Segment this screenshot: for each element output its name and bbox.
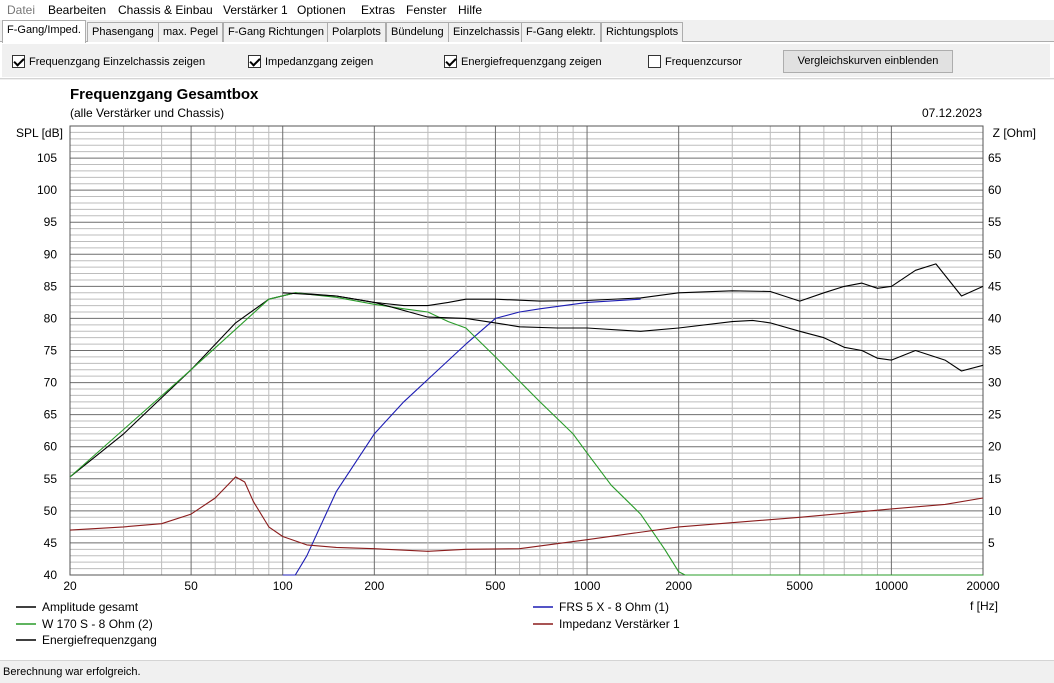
menu-optionen[interactable]: Optionen [297,3,346,17]
chart-subtitle: (alle Verstärker und Chassis) [70,106,224,120]
x-tick-label: 20000 [966,579,1000,593]
checkbox-impedanzgang-box[interactable] [248,55,261,68]
checkbox-energiefrequenzgang[interactable]: Energiefrequenzgang zeigen [444,55,602,68]
checkbox-frequenzcursor-label: Frequenzcursor [665,55,743,68]
chart-curves [69,263,984,576]
y-left-tick-label: 90 [44,247,58,261]
tab-f-gang-richtungen[interactable]: F-Gang Richtungen [223,22,329,42]
y-right-tick-label: 10 [988,504,1002,518]
checkbox-energiefrequenzgang-label: Energiefrequenzgang zeigen [461,55,602,68]
y-left-tick-label: 50 [44,504,58,518]
series-line-0 [69,263,984,478]
menu-hilfe[interactable]: Hilfe [458,3,482,17]
y-right-tick-label: 30 [988,376,1002,390]
y-right-tick-label: 45 [988,279,1002,293]
y-left-tick-label: 45 [44,536,58,550]
y-axis-label-right: Z [Ohm] [993,126,1036,140]
tab-polarplots[interactable]: Polarplots [327,22,386,42]
x-tick-label: 1000 [574,579,601,593]
y-right-tick-label: 55 [988,215,1002,229]
legend-label: W 170 S - 8 Ohm (2) [42,617,153,631]
x-tick-label: 10000 [875,579,909,593]
checkbox-impedanzgang[interactable]: Impedanzgang zeigen [248,55,373,68]
y-right-tick-label: 50 [988,247,1002,261]
x-tick-label: 5000 [786,579,813,593]
legend-label: FRS 5 X - 8 Ohm (1) [559,600,669,614]
x-tick-label: 100 [273,579,293,593]
frequency-response-chart: Frequenzgang Gesamtbox (alle Verstärker … [16,86,1036,647]
x-tick-label: 200 [364,579,384,593]
tab-buendelung[interactable]: Bündelung [386,22,449,42]
checkbox-einzelchassis-box[interactable] [12,55,25,68]
y-left-tick-label: 70 [44,376,58,390]
checkbox-impedanzgang-label: Impedanzgang zeigen [265,55,374,68]
legend-label: Amplitude gesamt [42,600,139,614]
tab-f-gang-elektr[interactable]: F-Gang elektr. [521,22,601,42]
y-left-tick-label: 85 [44,279,58,293]
y-right-tick-label: 5 [988,536,995,550]
chart-title: Frequenzgang Gesamtbox [70,86,259,103]
options-panel: Frequenzgang Einzelchassis zeigen Impeda… [0,42,1054,79]
y-left-tick-label: 95 [44,215,58,229]
y-right-tick-label: 40 [988,311,1002,325]
y-left-tick-label: 100 [37,183,57,197]
tab-max-pegel[interactable]: max. Pegel [158,22,224,42]
menu-chassis-einbau[interactable]: Chassis & Einbau [118,3,213,17]
tab-f-gang-imped[interactable]: F-Gang/Imped. [2,20,86,43]
menu-verstaerker[interactable]: Verstärker 1 [223,3,288,17]
series-line-3 [69,476,984,552]
y-right-tick-label: 65 [988,151,1002,165]
menu-bearbeiten[interactable]: Bearbeiten [48,3,106,17]
chart-legend: Amplitude gesamt FRS 5 X - 8 Ohm (1) W 170… [16,600,680,647]
y-left-tick-label: 65 [44,408,58,422]
y-right-tick-label: 15 [988,472,1002,486]
legend-label: Energiefrequenzgang [42,633,157,647]
y-left-tick-label: 55 [44,472,58,486]
chart-date: 07.12.2023 [922,106,982,120]
y-right-tick-label: 60 [988,183,1002,197]
checkbox-einzelchassis[interactable]: Frequenzgang Einzelchassis zeigen [12,55,205,68]
checkbox-frequenzcursor[interactable]: Frequenzcursor [648,55,742,68]
menu-datei[interactable]: Datei [7,3,35,17]
y-right-tick-label: 20 [988,440,1002,454]
status-bar: Berechnung war erfolgreich. [0,660,1054,683]
y-left-tick-label: 75 [44,344,58,358]
tab-strip: F-Gang/Imped. Phasengang max. Pegel F-Ga… [0,20,1054,43]
y-left-tick-label: 80 [44,311,58,325]
x-tick-label: 500 [485,579,505,593]
chart-grid [69,125,984,576]
tab-einzelchassis[interactable]: Einzelchassis [448,22,525,42]
options-panel-inner: Frequenzgang Einzelchassis zeigen Impeda… [2,44,1050,77]
y-left-tick-label: 40 [44,568,58,582]
checkbox-energiefrequenzgang-box[interactable] [444,55,457,68]
checkbox-einzelchassis-label: Frequenzgang Einzelchassis zeigen [29,55,206,68]
tab-phasengang[interactable]: Phasengang [87,22,159,42]
x-axis-label: f [Hz] [970,599,998,613]
y-axis-label-left: SPL [dB] [16,126,63,140]
compare-curves-button[interactable]: Vergleichskurven einblenden [783,50,953,73]
x-tick-label: 2000 [665,579,692,593]
x-tick-label: 20 [63,579,77,593]
menu-extras[interactable]: Extras [361,3,395,17]
checkbox-frequenzcursor-box[interactable] [648,55,661,68]
y-right-tick-label: 25 [988,408,1002,422]
tab-richtungsplots[interactable]: Richtungsplots [601,22,684,42]
chart-area: Frequenzgang Gesamtbox (alle Verstärker … [0,80,1054,660]
status-text: Berechnung war erfolgreich. [3,666,141,678]
x-tick-label: 50 [184,579,198,593]
legend-label: Impedanz Verstärker 1 [559,617,680,631]
menu-bar: Datei Bearbeiten Chassis & Einbau Verstä… [0,0,1054,20]
y-left-tick-label: 60 [44,440,58,454]
y-left-tick-label: 105 [37,151,57,165]
y-right-tick-label: 35 [988,344,1002,358]
menu-fenster[interactable]: Fenster [406,3,447,17]
